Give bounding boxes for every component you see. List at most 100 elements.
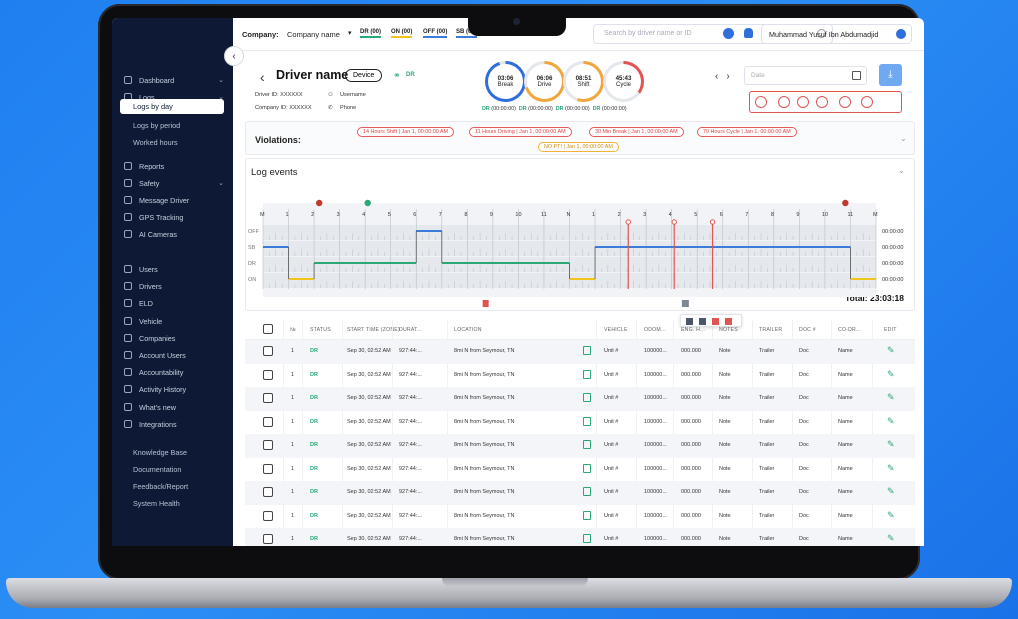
table-row[interactable]: 1 DR Sep 30, 02:52 AM 927:44:... 8mi N from … xyxy=(245,340,915,364)
sidebar-footer-link[interactable]: Feedback/Report xyxy=(133,482,188,491)
sidebar-item-gps-tracking[interactable]: GPS Tracking xyxy=(124,210,224,224)
edit-pencil-icon[interactable]: ✎ xyxy=(887,416,895,427)
edit-pencil-icon[interactable]: ✎ xyxy=(887,486,895,497)
clock-icon[interactable] xyxy=(723,28,734,39)
column-header[interactable]: NOTES xyxy=(719,327,738,333)
sidebar-sub-worked-hours[interactable]: Worked hours xyxy=(133,138,178,147)
sidebar-sub-logs-by-day[interactable]: Logs by day xyxy=(120,99,224,114)
violation-badge[interactable]: 11 Hours Driving | Jan 1, 00:00:00 AM xyxy=(469,127,572,137)
violation-badge[interactable]: 14 Hours Shift | Jan 1, 00:00:00 AM xyxy=(357,127,455,137)
alert-icon[interactable] xyxy=(861,96,873,108)
table-row[interactable]: 1 DR Sep 30, 02:52 AM 927:44:... 8mi N from … xyxy=(245,364,915,388)
table-row[interactable]: 1 DR Sep 30, 02:52 AM 927:44:... 8mi N from … xyxy=(245,481,915,505)
calendar-icon[interactable] xyxy=(852,71,861,80)
duty-tab[interactable]: OFF (00) xyxy=(423,29,448,38)
row-checkbox[interactable] xyxy=(263,440,273,450)
table-row[interactable]: 1 DR Sep 30, 02:52 AM 927:44:... 8mi N from … xyxy=(245,505,915,529)
violation-badge[interactable]: NO PTI | Jan 1, 00:00:00 AM xyxy=(538,142,619,152)
duty-tab[interactable]: ON (00) xyxy=(391,29,413,38)
event-action-icon[interactable] xyxy=(685,318,693,325)
duty-tab[interactable]: DR (00) xyxy=(360,29,382,38)
bell-icon[interactable] xyxy=(744,28,753,38)
edit-pencil-icon[interactable]: ✎ xyxy=(887,345,895,356)
day-nav-arrows[interactable]: ‹› xyxy=(715,71,738,82)
collapse-sidebar-button[interactable]: ‹ xyxy=(224,46,244,66)
pin-icon[interactable] xyxy=(364,199,371,207)
table-row[interactable]: 1 DR Sep 30, 02:52 AM 927:44:... 8mi N from … xyxy=(245,434,915,458)
alert-icon[interactable] xyxy=(816,96,828,108)
user-menu[interactable]: Muhammad Yusuf Ibn Abdumadjid xyxy=(761,24,912,44)
chevron-down-icon[interactable]: ⌄ xyxy=(900,134,907,143)
column-header[interactable]: DOC # xyxy=(799,327,816,333)
download-button[interactable]: ⤓ xyxy=(879,64,902,86)
chevron-down-icon[interactable]: ▾ xyxy=(348,29,352,37)
link-icon[interactable]: ⚭ xyxy=(393,70,401,81)
event-popup-menu[interactable] xyxy=(679,314,742,327)
sidebar-footer-link[interactable]: Knowledge Base xyxy=(133,448,187,457)
row-checkbox[interactable] xyxy=(263,393,273,403)
sidebar-item-accountability[interactable]: Accountability xyxy=(124,365,224,379)
event-action-icon[interactable] xyxy=(698,318,706,325)
edit-pencil-icon[interactable]: ✎ xyxy=(887,369,895,380)
copy-icon[interactable] xyxy=(583,369,591,379)
column-header[interactable]: ENG. H... xyxy=(681,327,705,333)
table-row[interactable]: 1 DR Sep 30, 02:52 AM 927:44:... 8mi N from … xyxy=(245,528,915,546)
sidebar-item-ai-cameras[interactable]: AI Cameras xyxy=(124,227,224,241)
alert-icon[interactable] xyxy=(778,96,790,108)
table-row[interactable]: 1 DR Sep 30, 02:52 AM 927:44:... 8mi N from … xyxy=(245,411,915,435)
column-header[interactable]: DURAT... xyxy=(399,327,422,333)
column-header[interactable]: № xyxy=(290,327,296,333)
row-checkbox[interactable] xyxy=(263,346,273,356)
copy-icon[interactable] xyxy=(583,487,591,496)
pin-icon[interactable] xyxy=(842,199,849,207)
sidebar-item-what-s-new[interactable]: What's new xyxy=(124,400,224,414)
sidebar-item-activity-history[interactable]: Activity History xyxy=(124,382,224,396)
edit-pencil-icon[interactable]: ✎ xyxy=(887,510,895,521)
table-row[interactable]: 1 DR Sep 30, 02:52 AM 927:44:... 8mi N from … xyxy=(245,458,915,482)
sidebar-item-dashboard[interactable]: Dashboard ⌄ xyxy=(124,73,224,87)
event-action-icon[interactable] xyxy=(711,318,719,325)
copy-icon[interactable] xyxy=(583,534,591,543)
select-all-checkbox[interactable] xyxy=(263,324,273,334)
event-action-icon[interactable] xyxy=(724,318,732,325)
sidebar-footer-link[interactable]: Documentation xyxy=(133,465,181,474)
row-checkbox[interactable] xyxy=(263,487,273,497)
date-picker[interactable]: Date xyxy=(744,66,867,85)
row-checkbox[interactable] xyxy=(263,510,273,521)
violation-badge[interactable]: 30 Min Break | Jan 1, 00:00:00 AM xyxy=(589,127,684,137)
edit-pencil-icon[interactable]: ✎ xyxy=(887,392,895,403)
column-header[interactable]: TRAILER xyxy=(759,327,782,333)
chevron-down-icon[interactable]: ⌄ xyxy=(218,179,224,187)
sidebar-item-drivers[interactable]: Drivers xyxy=(124,279,224,293)
column-header[interactable]: ODOM... xyxy=(644,327,666,333)
chevron-down-icon[interactable]: ⌄ xyxy=(218,76,224,84)
sidebar-sub-logs-by-period[interactable]: Logs by period xyxy=(133,121,180,130)
device-badge[interactable]: Device xyxy=(345,69,383,82)
column-header[interactable]: LOCATION xyxy=(454,327,482,333)
sidebar-item-message-driver[interactable]: Message Driver xyxy=(124,193,224,207)
company-select[interactable]: Company name xyxy=(287,30,340,39)
copy-icon[interactable] xyxy=(583,393,591,402)
table-row[interactable]: 1 DR Sep 30, 02:52 AM 927:44:... 8mi N from … xyxy=(245,387,915,411)
violation-marker-dot[interactable] xyxy=(709,219,716,225)
row-checkbox[interactable] xyxy=(263,534,273,544)
sidebar-footer-link[interactable]: System Health xyxy=(133,499,180,508)
violation-marker-dot[interactable] xyxy=(625,219,631,225)
row-checkbox[interactable] xyxy=(263,463,273,474)
back-arrow-icon[interactable]: ‹ xyxy=(260,69,265,85)
copy-icon[interactable] xyxy=(583,416,591,426)
edit-pencil-icon[interactable]: ✎ xyxy=(887,439,895,450)
row-checkbox[interactable] xyxy=(263,416,273,427)
copy-icon[interactable] xyxy=(583,440,591,449)
sidebar-item-safety[interactable]: Safety ⌄ xyxy=(124,176,224,190)
sidebar-item-users[interactable]: Users xyxy=(124,262,224,276)
alert-icon[interactable] xyxy=(839,96,851,108)
pin-icon[interactable] xyxy=(315,199,323,207)
column-header[interactable]: VEHICLE xyxy=(604,327,628,333)
column-header[interactable]: STATUS xyxy=(310,327,331,333)
edit-pencil-icon[interactable]: ✎ xyxy=(887,533,895,544)
column-header[interactable]: EDIT xyxy=(884,327,897,333)
alert-icon[interactable] xyxy=(755,96,767,108)
copy-icon[interactable] xyxy=(583,463,591,473)
copy-icon[interactable] xyxy=(583,346,591,355)
